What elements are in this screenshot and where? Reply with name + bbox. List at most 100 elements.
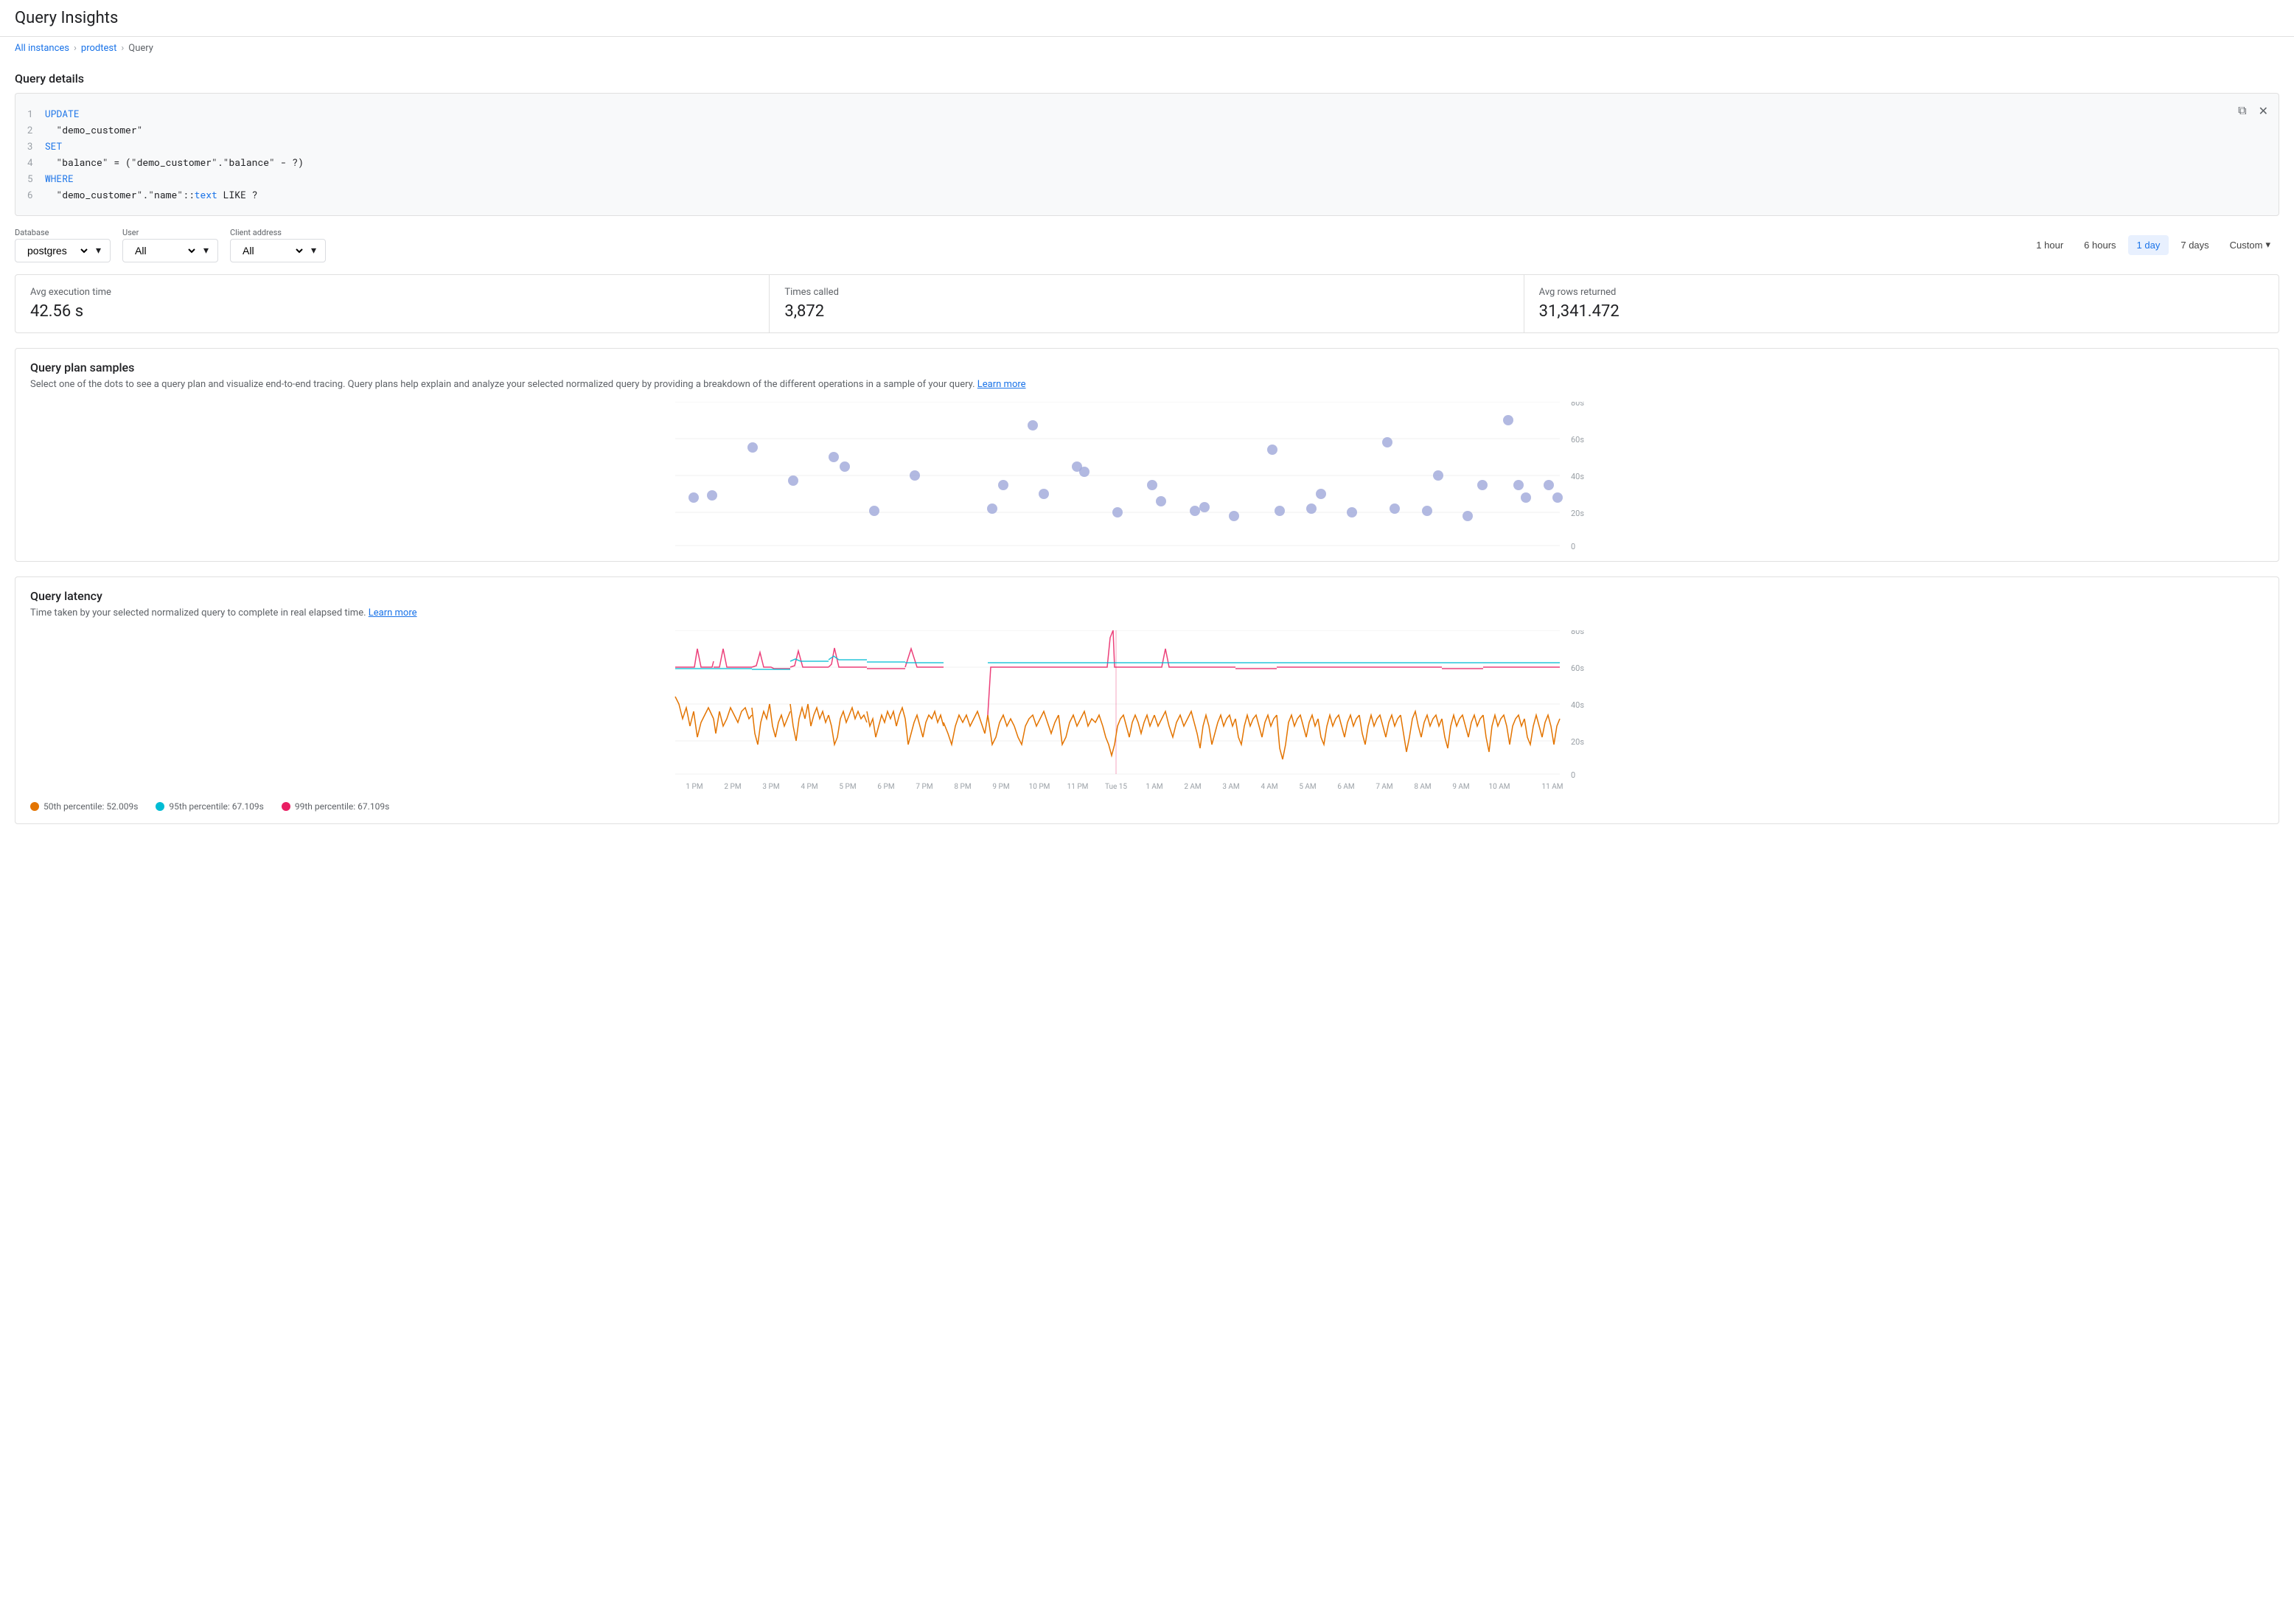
svg-text:5 AM: 5 AM — [1299, 783, 1316, 791]
database-select[interactable]: postgres all — [24, 244, 90, 257]
scatter-dot[interactable] — [1316, 489, 1326, 499]
breadcrumb-current: Query — [128, 43, 153, 54]
user-select[interactable]: All — [132, 244, 198, 257]
svg-text:3 AM: 3 AM — [1222, 783, 1239, 791]
scatter-dot[interactable] — [1190, 506, 1200, 516]
time-custom-button[interactable]: Custom ▾ — [2221, 234, 2279, 255]
user-select-wrapper[interactable]: All ▾ — [122, 239, 218, 262]
svg-text:3 PM: 3 PM — [762, 783, 779, 791]
scatter-dot[interactable] — [1147, 480, 1157, 490]
scatter-dot[interactable] — [1028, 420, 1038, 431]
svg-text:11 AM: 11 AM — [1542, 783, 1563, 791]
svg-text:6 AM: 6 AM — [1337, 783, 1354, 791]
scatter-dot[interactable] — [998, 480, 1008, 490]
copy-button[interactable]: ⧉ — [2235, 101, 2249, 122]
client-address-select[interactable]: All — [240, 244, 305, 257]
legend-99th: 99th percentile: 67.109s — [282, 801, 389, 812]
scatter-dot[interactable] — [788, 475, 798, 486]
scatter-dot[interactable] — [1433, 470, 1443, 481]
time-6hours-button[interactable]: 6 hours — [2075, 235, 2124, 255]
svg-text:0: 0 — [1571, 770, 1575, 780]
latency-desc: Time taken by your selected normalized q… — [30, 607, 2264, 618]
scatter-dot[interactable] — [1112, 507, 1123, 517]
scatter-dot[interactable] — [840, 461, 850, 472]
latency-learn-more[interactable]: Learn more — [369, 607, 417, 618]
time-1hour-button[interactable]: 1 hour — [2027, 235, 2072, 255]
scatter-dot[interactable] — [1156, 496, 1166, 506]
legend-95th: 95th percentile: 67.109s — [156, 801, 263, 812]
close-button[interactable]: ✕ — [2256, 101, 2271, 122]
svg-text:4 PM: 4 PM — [801, 783, 817, 791]
scatter-dot[interactable] — [1521, 492, 1531, 503]
svg-text:60s: 60s — [1571, 435, 1584, 445]
query-plan-section: Query plan samples Select one of the dot… — [15, 348, 2279, 562]
svg-text:9 PM: 9 PM — [992, 783, 1009, 791]
query-plan-learn-more[interactable]: Learn more — [977, 379, 1026, 390]
svg-text:2 AM: 2 AM — [1184, 783, 1201, 791]
database-filter: Database postgres all ▾ — [15, 228, 111, 262]
svg-text:10 AM: 10 AM — [1489, 783, 1510, 791]
scatter-dot[interactable] — [1422, 506, 1432, 516]
svg-text:9 AM: 9 AM — [1452, 783, 1469, 791]
scatter-dot[interactable] — [987, 503, 997, 514]
scatter-dot[interactable] — [1382, 437, 1392, 447]
svg-text:40s: 40s — [1571, 472, 1584, 481]
scatter-dot[interactable] — [1390, 503, 1400, 514]
scatter-dot[interactable] — [1275, 506, 1285, 516]
scatter-dot[interactable] — [1544, 480, 1554, 490]
scatter-dot[interactable] — [1199, 502, 1210, 512]
app-title: Query Insights — [15, 9, 2279, 27]
database-select-wrapper[interactable]: postgres all ▾ — [15, 239, 111, 262]
svg-text:20s: 20s — [1571, 509, 1584, 518]
scatter-dot[interactable] — [1552, 492, 1563, 503]
stat-times-called: Times called 3,872 — [770, 275, 1524, 332]
scatter-dot[interactable] — [1079, 467, 1090, 477]
scatter-dot[interactable] — [1347, 507, 1357, 517]
breadcrumb-sep-2: › — [121, 43, 124, 54]
time-7days-button[interactable]: 7 days — [2172, 235, 2217, 255]
scatter-dot[interactable] — [688, 492, 699, 503]
query-plan-desc: Select one of the dots to see a query pl… — [30, 379, 2264, 390]
stats-row: Avg execution time 42.56 s Times called … — [15, 274, 2279, 333]
legend-50th: 50th percentile: 52.009s — [30, 801, 138, 812]
scatter-dot[interactable] — [910, 470, 920, 481]
svg-text:20s: 20s — [1571, 737, 1584, 747]
svg-text:0: 0 — [1571, 542, 1575, 549]
stat-times-called-value: 3,872 — [784, 302, 1508, 321]
svg-text:5 PM: 5 PM — [839, 783, 856, 791]
scatter-dot[interactable] — [869, 506, 879, 516]
filters-row: Database postgres all ▾ User All ▾ Clien… — [15, 228, 2279, 262]
stat-avg-rows-label: Avg rows returned — [1539, 287, 2264, 298]
legend-50th-label: 50th percentile: 52.009s — [43, 801, 138, 812]
svg-text:6 PM: 6 PM — [877, 783, 894, 791]
scatter-dot[interactable] — [1267, 445, 1277, 455]
client-address-select-wrapper[interactable]: All ▾ — [230, 239, 326, 262]
scatter-dot[interactable] — [829, 452, 839, 462]
stat-avg-rows-value: 31,341.472 — [1539, 302, 2264, 321]
scatter-dot[interactable] — [747, 442, 758, 453]
custom-chevron-icon: ▾ — [2265, 239, 2270, 251]
scatter-dot[interactable] — [1462, 511, 1473, 521]
scatter-dot[interactable] — [1229, 511, 1239, 521]
svg-text:8 PM: 8 PM — [954, 783, 971, 791]
scatter-dot[interactable] — [1503, 415, 1513, 425]
client-address-filter: Client address All ▾ — [230, 228, 326, 262]
breadcrumb-prodtest[interactable]: prodtest — [81, 43, 116, 54]
scatter-dot[interactable] — [1513, 480, 1524, 490]
scatter-dot[interactable] — [1306, 503, 1317, 514]
user-chevron-icon: ▾ — [203, 245, 209, 257]
breadcrumb-all-instances[interactable]: All instances — [15, 43, 69, 54]
custom-label: Custom — [2230, 240, 2263, 251]
stat-times-called-label: Times called — [784, 287, 1508, 298]
svg-text:4 AM: 4 AM — [1261, 783, 1277, 791]
time-1day-button[interactable]: 1 day — [2128, 235, 2169, 255]
scatter-dot[interactable] — [707, 490, 717, 501]
svg-text:1 PM: 1 PM — [686, 783, 703, 791]
scatter-dot[interactable] — [1039, 489, 1049, 499]
legend-95th-dot — [156, 802, 164, 811]
scatter-dot[interactable] — [1477, 480, 1488, 490]
svg-text:60s: 60s — [1571, 663, 1584, 673]
user-label: User — [122, 228, 218, 237]
stat-avg-rows: Avg rows returned 31,341.472 — [1524, 275, 2279, 332]
stat-avg-exec-label: Avg execution time — [30, 287, 754, 298]
